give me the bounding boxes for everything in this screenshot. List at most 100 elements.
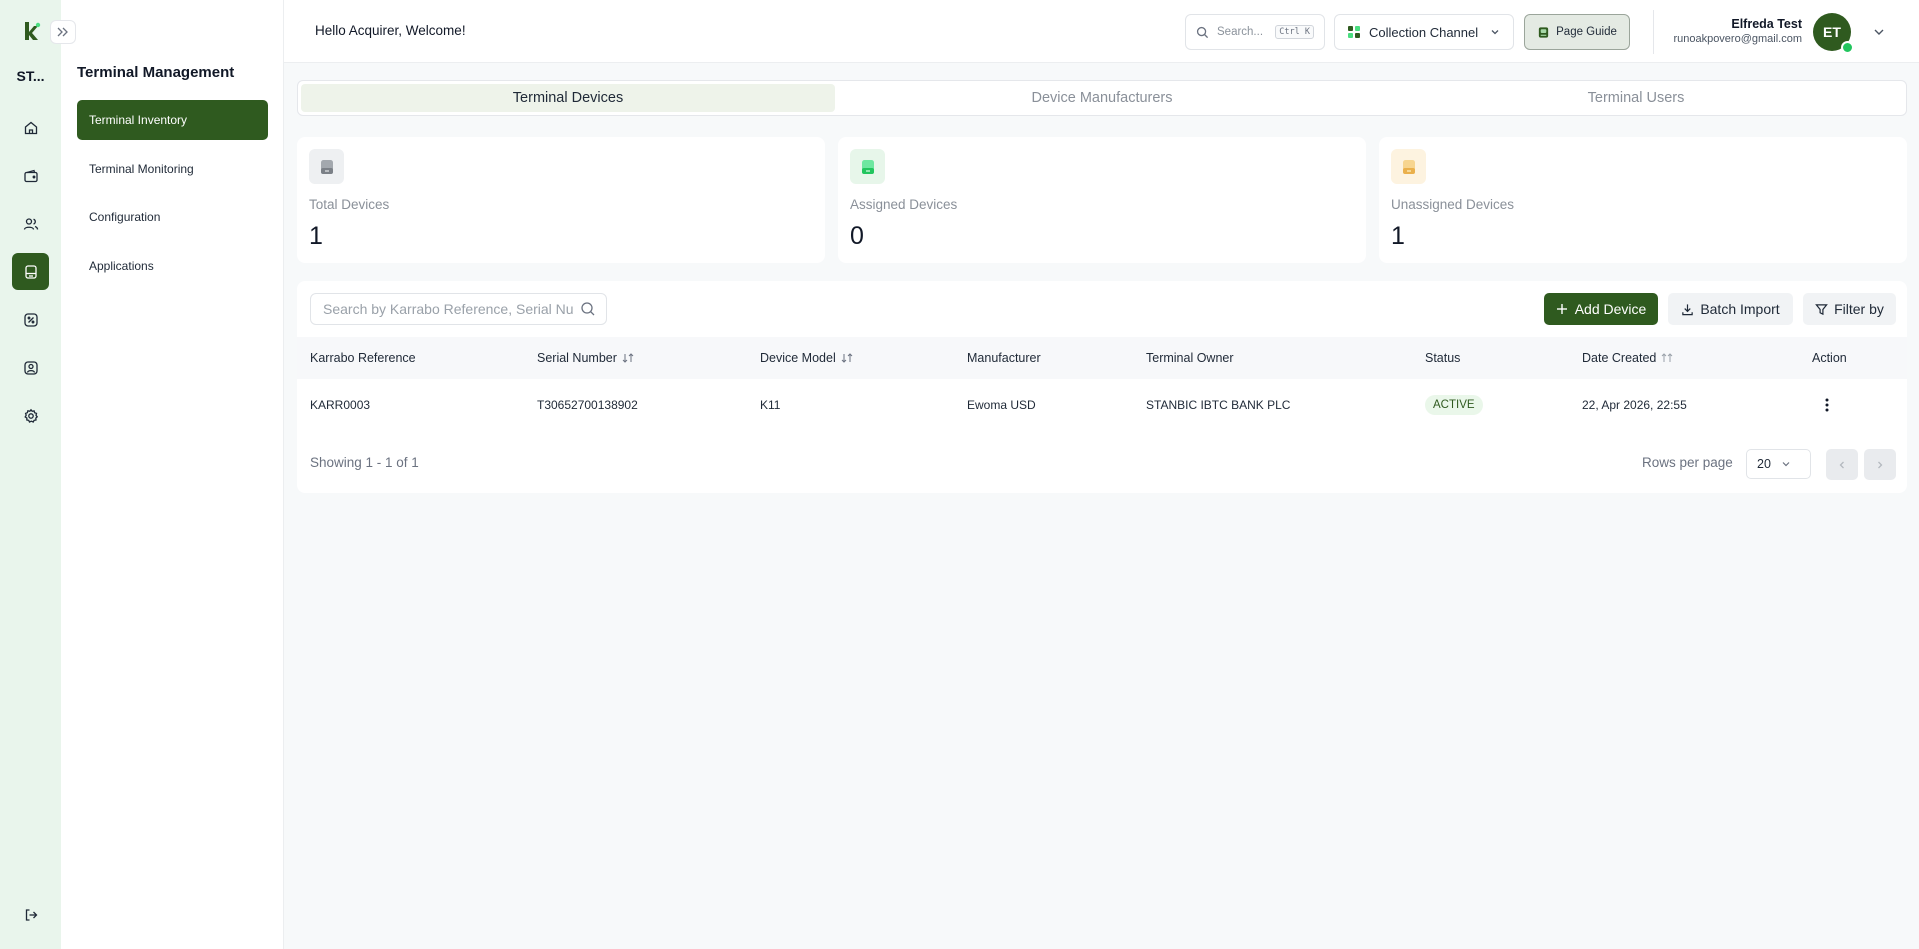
- chevron-down-icon: [1491, 30, 1499, 35]
- sort-icon: [841, 353, 853, 363]
- percent-icon[interactable]: [12, 301, 49, 338]
- prev-page-button[interactable]: [1826, 449, 1858, 480]
- more-vertical-icon: [1825, 398, 1829, 412]
- user-email: runoakpovero@gmail.com: [1673, 33, 1802, 45]
- column-header-manufacturer: Manufacturer: [967, 351, 1041, 365]
- grid-icon: [1348, 26, 1360, 38]
- terminal-icon[interactable]: [12, 253, 49, 290]
- column-header-karrabo-reference: Karrabo Reference: [310, 351, 416, 365]
- user-profile-icon[interactable]: [12, 349, 49, 386]
- column-header-action: Action: [1812, 351, 1847, 365]
- subnav-item-label: Applications: [89, 259, 154, 273]
- rows-per-page-value: 20: [1757, 457, 1771, 471]
- page-guide-label: Page Guide: [1556, 26, 1617, 38]
- chevron-down-icon: [1782, 462, 1790, 467]
- channel-label: Collection Channel: [1369, 24, 1479, 40]
- home-icon[interactable]: [12, 109, 49, 146]
- column-header-terminal-owner: Terminal Owner: [1146, 351, 1234, 365]
- subnav-item-terminal-inventory[interactable]: Terminal Inventory: [77, 100, 268, 140]
- cell-status: ACTIVE: [1425, 379, 1483, 431]
- add-device-label: Add Device: [1574, 301, 1647, 317]
- device-gray-icon: [309, 149, 344, 184]
- stat-card-unassigned-devices: Unassigned Devices 1: [1379, 137, 1907, 263]
- chevron-right-icon: [1878, 461, 1883, 468]
- subnav-item-label: Configuration: [89, 210, 161, 224]
- add-device-button[interactable]: Add Device: [1544, 293, 1658, 325]
- top-header: Hello Acquirer, Welcome! Search... Ctrl …: [284, 0, 1919, 63]
- stat-value: 1: [309, 222, 323, 250]
- guide-icon: [1538, 26, 1549, 38]
- sub-sidebar: Terminal Management Terminal Inventory T…: [61, 0, 284, 949]
- column-header-status: Status: [1425, 351, 1461, 365]
- plus-icon: [1556, 304, 1567, 314]
- subnav-item-label: Terminal Inventory: [89, 113, 188, 127]
- subnav-item-configuration[interactable]: Configuration: [77, 197, 268, 237]
- logo-icon[interactable]: [22, 20, 42, 42]
- chevron-down-icon[interactable]: [1872, 25, 1886, 39]
- column-header-date-created[interactable]: Date Created: [1582, 337, 1673, 379]
- greeting-text: Hello Acquirer, Welcome!: [315, 23, 466, 38]
- stat-label: Unassigned Devices: [1391, 197, 1515, 212]
- next-page-button[interactable]: [1864, 449, 1896, 480]
- download-icon: [1682, 303, 1694, 315]
- stat-card-assigned-devices: Assigned Devices 0: [838, 137, 1366, 263]
- icon-rail: ST...: [0, 0, 61, 949]
- device-amber-icon: [1391, 149, 1426, 184]
- cell-serial-number: T30652700138902: [537, 398, 638, 412]
- stat-value: 0: [850, 222, 864, 250]
- tab-terminal-devices[interactable]: Terminal Devices: [301, 84, 835, 112]
- cell-reference: KARR0003: [310, 398, 371, 412]
- filter-icon: [1815, 303, 1828, 315]
- table-header: Karrabo Reference Serial Number Device M…: [297, 337, 1907, 379]
- cell-terminal-owner: STANBIC IBTC BANK PLC: [1146, 398, 1291, 412]
- cell-device-model: K11: [760, 398, 781, 412]
- chevrons-right-icon: [57, 27, 68, 37]
- expand-sidebar-button[interactable]: [50, 20, 76, 44]
- settings-icon[interactable]: [12, 397, 49, 434]
- subnav-item-label: Terminal Monitoring: [89, 162, 194, 176]
- chevron-left-icon: [1839, 461, 1844, 468]
- devices-table-panel: Search by Karrabo Reference, Serial Nu A…: [297, 281, 1907, 493]
- cell-date-created: 22, Apr 2026, 22:55: [1582, 398, 1687, 412]
- filter-label: Filter by: [1834, 301, 1884, 317]
- pagination-summary: Showing 1 - 1 of 1: [310, 455, 419, 470]
- search-icon: [581, 302, 595, 316]
- sort-icon: [1662, 353, 1673, 362]
- terminal-tabs: Terminal Devices Device Manufacturers Te…: [297, 80, 1907, 116]
- subnav-item-applications[interactable]: Applications: [77, 246, 268, 286]
- search-shortcut: Ctrl K: [1275, 25, 1314, 39]
- device-search-input[interactable]: Search by Karrabo Reference, Serial Nu: [310, 293, 607, 325]
- users-icon[interactable]: [12, 205, 49, 242]
- wallet-icon[interactable]: [12, 157, 49, 194]
- rows-per-page-select[interactable]: 20: [1746, 449, 1811, 479]
- device-green-icon: [850, 149, 885, 184]
- column-header-device-model[interactable]: Device Model: [760, 337, 853, 379]
- row-actions-button[interactable]: [1824, 379, 1830, 431]
- column-header-serial-number[interactable]: Serial Number: [537, 337, 634, 379]
- stat-value: 1: [1391, 222, 1405, 250]
- filter-button[interactable]: Filter by: [1803, 293, 1896, 325]
- page-guide-button[interactable]: Page Guide: [1524, 14, 1630, 50]
- tab-terminal-users[interactable]: Terminal Users: [1369, 84, 1903, 112]
- status-badge: ACTIVE: [1425, 395, 1483, 415]
- header-divider: [1653, 10, 1654, 54]
- sort-icon: [622, 353, 634, 363]
- global-search[interactable]: Search... Ctrl K: [1185, 14, 1325, 50]
- tab-device-manufacturers[interactable]: Device Manufacturers: [835, 84, 1369, 112]
- subnav-item-terminal-monitoring[interactable]: Terminal Monitoring: [77, 149, 268, 189]
- stat-label: Total Devices: [309, 197, 390, 212]
- subnav-title: Terminal Management: [77, 64, 235, 81]
- batch-import-button[interactable]: Batch Import: [1668, 293, 1793, 325]
- cell-manufacturer: Ewoma USD: [967, 398, 1036, 412]
- org-name: ST...: [16, 68, 45, 84]
- rows-per-page-label: Rows per page: [1642, 455, 1733, 470]
- stat-label: Assigned Devices: [850, 197, 958, 212]
- device-search-placeholder: Search by Karrabo Reference, Serial Nu: [323, 301, 574, 317]
- logout-icon[interactable]: [12, 896, 49, 933]
- collection-channel-dropdown[interactable]: Collection Channel: [1334, 14, 1514, 50]
- search-placeholder: Search...: [1217, 26, 1264, 38]
- search-icon: [1196, 26, 1209, 38]
- online-status-dot: [1841, 41, 1854, 54]
- batch-import-label: Batch Import: [1700, 301, 1780, 317]
- user-name: Elfreda Test: [1731, 17, 1802, 31]
